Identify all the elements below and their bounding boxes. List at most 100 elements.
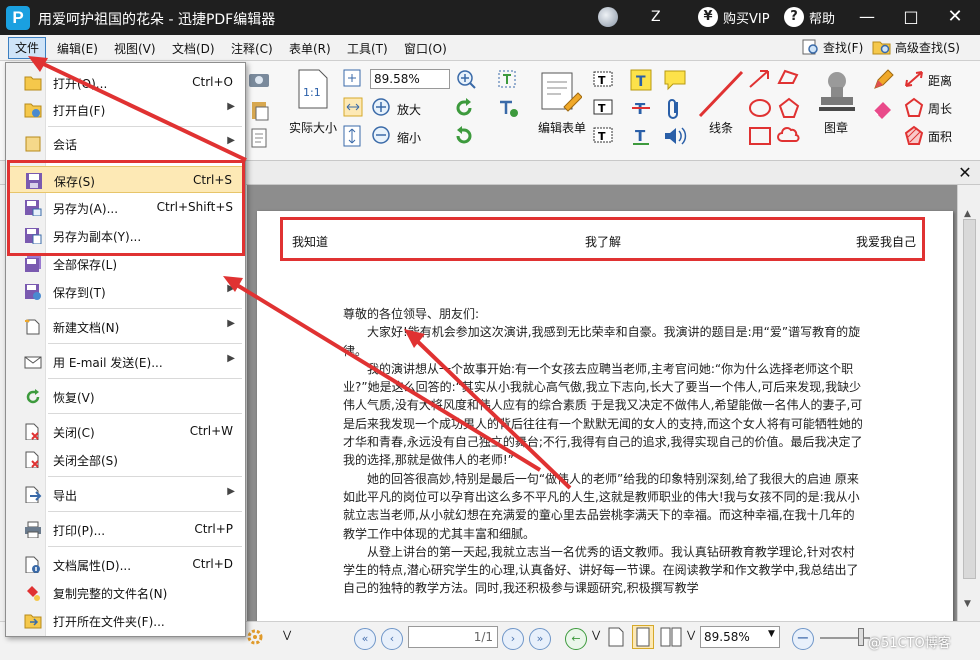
status-zoom-out-icon[interactable]: − — [792, 628, 814, 650]
user-label[interactable]: Z — [651, 9, 661, 25]
zoom-in-icon[interactable] — [456, 69, 476, 89]
document-viewer[interactable]: 我知道 我了解 我爱我自己 尊敬的各位领导、朋友们: 大家好!能有机会参加这次演… — [247, 185, 957, 621]
scrollbar-thumb[interactable] — [963, 219, 976, 579]
area-icon[interactable] — [903, 125, 925, 147]
zoom-slider-handle[interactable] — [858, 628, 864, 646]
facing-pages-icon[interactable] — [660, 627, 682, 647]
previous-page-icon[interactable]: ‹ — [381, 628, 403, 650]
stamp-icon[interactable] — [815, 67, 859, 115]
help-button[interactable]: ? 帮助 — [784, 7, 835, 27]
find-button[interactable]: 查找(F) — [802, 38, 863, 56]
menu-item-new-document[interactable]: 新建文档(N) ▶ — [8, 313, 245, 340]
menu-edit[interactable]: 编辑(E) — [57, 40, 98, 57]
close-icon[interactable]: ✕ — [940, 4, 970, 30]
paste-icon[interactable] — [250, 99, 270, 121]
actual-size-label[interactable]: 实际大小 — [289, 119, 337, 136]
toolbar-options-icon[interactable]: ⋁ — [283, 630, 291, 641]
polygon-tool-icon[interactable] — [777, 97, 801, 119]
menu-item-document-properties[interactable]: 文档属性(D)... Ctrl+D — [8, 551, 245, 578]
menu-item-export[interactable]: 导出 ▶ — [8, 481, 245, 508]
next-page-icon[interactable]: › — [502, 628, 524, 650]
minimize-icon[interactable]: — — [852, 4, 882, 30]
polyline-tool-icon[interactable] — [777, 69, 801, 89]
menu-view[interactable]: 视图(V) — [114, 40, 156, 57]
eraser-icon[interactable] — [872, 97, 894, 119]
zoom-out-icon[interactable] — [371, 125, 391, 145]
perimeter-label[interactable]: 周长 — [928, 100, 952, 117]
note-icon[interactable] — [663, 69, 687, 91]
zoom-in-label[interactable]: 放大 — [397, 101, 421, 118]
page-number-input[interactable]: 1/1 — [408, 626, 498, 648]
rotate-left-icon[interactable] — [453, 97, 475, 119]
edit-form-label[interactable]: 编辑表单 — [538, 119, 586, 136]
arrow-tool-icon[interactable] — [748, 69, 770, 89]
menu-item-session[interactable]: 会话 ▶ — [8, 130, 245, 157]
area-label[interactable]: 面积 — [928, 128, 952, 145]
menu-item-print[interactable]: 打印(P)... Ctrl+P — [8, 516, 245, 543]
menu-form[interactable]: 表单(R) — [289, 40, 331, 57]
first-page-icon[interactable]: « — [354, 628, 376, 650]
pencil-icon[interactable] — [872, 69, 894, 91]
continuous-page-icon[interactable] — [632, 625, 654, 649]
highlight-text-icon[interactable]: T — [630, 69, 652, 91]
menu-item-open-folder[interactable]: 打开所在文件夹(F)... — [8, 607, 245, 634]
last-page-icon[interactable]: » — [529, 628, 551, 650]
text-field-icon[interactable]: T — [593, 69, 613, 89]
menu-item-close-all[interactable]: 关闭全部(S) — [8, 446, 245, 473]
zoom-in-button-icon[interactable] — [371, 97, 391, 117]
scroll-down-icon[interactable]: ▼ — [964, 599, 971, 609]
skin-icon[interactable] — [598, 7, 618, 27]
menu-item-open[interactable]: 打开(O)... Ctrl+O — [8, 69, 245, 96]
rectangle-tool-icon[interactable] — [748, 125, 772, 147]
buy-vip-button[interactable]: ¥ 购买VIP — [698, 7, 770, 27]
menu-tools[interactable]: 工具(T) — [347, 40, 388, 57]
menu-item-close[interactable]: 关闭(C) Ctrl+W — [8, 418, 245, 445]
pdf-page[interactable]: 我知道 我了解 我爱我自己 尊敬的各位领导、朋友们: 大家好!能有机会参加这次演… — [257, 211, 953, 621]
menu-item-email[interactable]: 用 E-mail 发送(E)... ▶ — [8, 348, 245, 375]
menu-document[interactable]: 文档(D) — [172, 40, 215, 57]
distance-icon[interactable] — [903, 69, 925, 89]
cloud-tool-icon[interactable] — [777, 125, 801, 147]
text-box-icon[interactable]: T — [593, 97, 613, 117]
menu-item-save-to[interactable]: 保存到(T) ▶ — [8, 278, 245, 305]
perimeter-icon[interactable] — [903, 97, 925, 119]
zoom-out-label[interactable]: 缩小 — [397, 129, 421, 146]
fit-width-icon[interactable] — [343, 97, 363, 117]
advanced-find-button[interactable]: 高级查找(S) — [872, 38, 960, 56]
line-tool-icon[interactable] — [697, 69, 745, 119]
menu-file[interactable]: 文件 — [8, 37, 46, 59]
stamp-label[interactable]: 图章 — [824, 119, 848, 136]
rotate-right-icon[interactable] — [453, 125, 475, 147]
view-options-icon[interactable]: ⋁ — [687, 630, 695, 641]
zoom-select[interactable]: 89.58% — [370, 69, 450, 89]
single-page-icon[interactable] — [608, 627, 624, 647]
camera-icon[interactable] — [248, 69, 270, 89]
menu-item-revert[interactable]: 恢复(V) — [8, 383, 245, 410]
zoom-dropdown-icon[interactable]: ▼ — [768, 629, 775, 639]
close-document-tab-icon[interactable]: ✕ — [955, 163, 975, 183]
maximize-icon[interactable]: □ — [896, 4, 926, 30]
scroll-up-icon[interactable]: ▲ — [964, 209, 971, 219]
text-field-2-icon[interactable]: T — [593, 125, 613, 145]
sound-icon[interactable] — [663, 125, 687, 147]
vertical-scrollbar[interactable]: ▲ ▼ — [957, 185, 980, 621]
line-label[interactable]: 线条 — [709, 119, 733, 136]
ellipse-tool-icon[interactable] — [748, 97, 772, 119]
menu-item-open-from[interactable]: 打开自(F) ▶ — [8, 96, 245, 123]
strikethrough-icon[interactable]: T — [630, 97, 652, 119]
nav-options-icon[interactable]: ⋁ — [592, 630, 600, 641]
edit-form-icon[interactable] — [538, 69, 582, 113]
underline-icon[interactable]: T — [630, 125, 652, 147]
distance-label[interactable]: 距离 — [928, 72, 952, 89]
settings-icon[interactable] — [246, 628, 264, 646]
menu-comment[interactable]: 注释(C) — [231, 40, 273, 57]
menu-item-copy-filename[interactable]: 复制完整的文件名(N) — [8, 579, 245, 606]
menu-window[interactable]: 窗口(O) — [404, 40, 447, 57]
page-icon[interactable] — [250, 127, 270, 149]
add-text-icon[interactable] — [497, 97, 519, 119]
actual-size-icon[interactable]: 1:1 — [298, 69, 328, 109]
fit-page-icon[interactable] — [343, 69, 361, 87]
fit-visible-icon[interactable] — [343, 125, 361, 147]
text-select-icon[interactable] — [497, 69, 519, 89]
attach-icon[interactable] — [665, 97, 683, 121]
